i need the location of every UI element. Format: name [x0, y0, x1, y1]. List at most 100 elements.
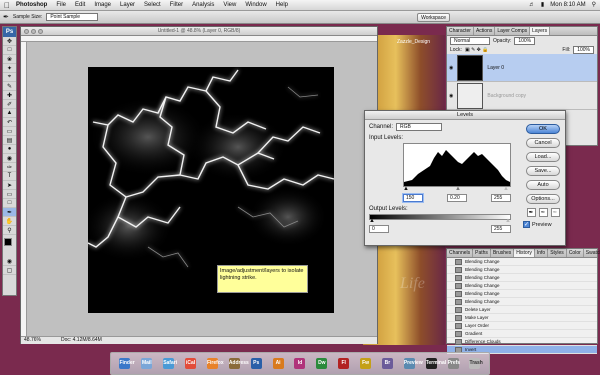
- history-item[interactable]: Blending Change: [447, 298, 597, 306]
- tab-history[interactable]: History: [514, 249, 535, 257]
- marquee-tool-icon[interactable]: □: [3, 46, 16, 55]
- dock-flash-icon[interactable]: Fl: [338, 358, 350, 369]
- hand-tool-icon[interactable]: ✋: [3, 217, 16, 226]
- spotlight-icon[interactable]: ⚲: [592, 1, 596, 8]
- auto-button[interactable]: Auto: [526, 180, 560, 190]
- dock-illustrator-icon[interactable]: Ai: [272, 358, 284, 369]
- eyedropper-tool-icon[interactable]: ✒: [3, 208, 16, 217]
- tab-channels[interactable]: Channels: [447, 249, 474, 257]
- menu-image[interactable]: Image: [94, 2, 111, 8]
- history-item[interactable]: Blending Change: [447, 290, 597, 298]
- blend-mode-select[interactable]: Normal: [450, 36, 490, 45]
- crop-tool-icon[interactable]: ⌖: [3, 73, 16, 82]
- document-size-info[interactable]: Doc: 4.12M/8.64M: [61, 337, 102, 344]
- photoshop-logo-icon[interactable]: Ps: [3, 27, 16, 37]
- layer-row[interactable]: ◉ Background copy: [447, 82, 597, 110]
- eyedropper-tool-icon[interactable]: ✒: [3, 13, 9, 21]
- vertical-ruler[interactable]: [21, 42, 27, 338]
- opacity-field[interactable]: 100%: [514, 36, 536, 45]
- dock-ical-icon[interactable]: iCal: [185, 358, 197, 369]
- dock-address-book-icon[interactable]: Address: [228, 358, 249, 369]
- battery-icon[interactable]: ▮: [541, 1, 544, 8]
- clone-stamp-tool-icon[interactable]: ▲: [3, 109, 16, 118]
- visibility-eye-icon[interactable]: ◉: [449, 93, 453, 99]
- magic-wand-tool-icon[interactable]: ✦: [3, 64, 16, 73]
- dock-system-preferences-icon[interactable]: Prefs: [447, 358, 460, 369]
- input-black-field[interactable]: 150: [403, 194, 423, 202]
- black-eyedropper-icon[interactable]: ✒: [526, 208, 536, 217]
- history-brush-tool-icon[interactable]: ↶: [3, 118, 16, 127]
- dock-finder-icon[interactable]: Finder: [119, 358, 135, 369]
- dock-safari-icon[interactable]: Safari: [163, 358, 177, 369]
- document-title-bar[interactable]: Untitled-1 @ 48.8% (Layer 0, RGB/8): [21, 27, 377, 36]
- levels-dialog-title[interactable]: Levels: [365, 111, 565, 120]
- visibility-eye-icon[interactable]: ◉: [449, 65, 453, 71]
- horizontal-ruler[interactable]: [21, 36, 377, 42]
- tab-actions[interactable]: Actions: [474, 27, 496, 35]
- menu-filter[interactable]: Filter: [170, 2, 183, 8]
- input-white-field[interactable]: 255: [491, 194, 511, 202]
- volume-icon[interactable]: ♬: [529, 2, 535, 8]
- healing-brush-tool-icon[interactable]: ✚: [3, 91, 16, 100]
- output-white-field[interactable]: 255: [491, 225, 511, 233]
- menu-help[interactable]: Help: [276, 2, 288, 8]
- lock-icon[interactable]: ▣ ✎ ✥ 🔒: [465, 47, 489, 53]
- fill-field[interactable]: 100%: [573, 45, 594, 54]
- preview-checkbox[interactable]: ✓: [523, 221, 530, 228]
- white-point-slider-icon[interactable]: ▲: [503, 186, 509, 192]
- cancel-button[interactable]: Cancel: [526, 138, 560, 148]
- layer-row[interactable]: ◉ Layer 0: [447, 54, 597, 82]
- dock-dreamweaver-icon[interactable]: Dw: [316, 358, 328, 369]
- move-tool-icon[interactable]: ✥: [3, 37, 16, 46]
- history-item[interactable]: Blending Change: [447, 274, 597, 282]
- preview-option[interactable]: ✓ Preview: [523, 221, 563, 228]
- annotation-note[interactable]: Image/adjustment/layers to isolate light…: [217, 265, 308, 293]
- zoom-window-icon[interactable]: [38, 29, 43, 34]
- save-button[interactable]: Save...: [526, 166, 560, 176]
- dock-trash-icon[interactable]: Trash: [469, 358, 483, 369]
- dock-mail-icon[interactable]: Mail: [141, 358, 153, 369]
- history-item[interactable]: Make Layer: [447, 314, 597, 322]
- dock-terminal-icon[interactable]: Terminal: [425, 358, 446, 369]
- tab-brushes[interactable]: Brushes: [491, 249, 515, 257]
- options-button[interactable]: Options...: [526, 194, 560, 204]
- menu-view[interactable]: View: [223, 2, 236, 8]
- tab-layers[interactable]: Layers: [530, 27, 551, 35]
- screen-mode-icon[interactable]: ▢: [3, 266, 16, 275]
- pen-tool-icon[interactable]: ✑: [3, 163, 16, 172]
- menubar-clock[interactable]: Mon 8:10 AM: [550, 2, 585, 8]
- tab-layer-comps[interactable]: Layer Comps: [495, 27, 531, 35]
- slice-tool-icon[interactable]: ✎: [3, 82, 16, 91]
- history-item[interactable]: Blending Change: [447, 266, 597, 274]
- quick-mask-icon[interactable]: ◉: [3, 257, 16, 266]
- close-window-icon[interactable]: [24, 29, 29, 34]
- dodge-tool-icon[interactable]: ◉: [3, 154, 16, 163]
- lasso-tool-icon[interactable]: ❀: [3, 55, 16, 64]
- workspace-button[interactable]: Workspace: [417, 12, 450, 22]
- gradient-tool-icon[interactable]: ▤: [3, 136, 16, 145]
- tab-styles[interactable]: Styles: [548, 249, 567, 257]
- gamma-slider-icon[interactable]: ▲: [455, 186, 461, 192]
- load-button[interactable]: Load...: [526, 152, 560, 162]
- tab-character[interactable]: Character: [447, 27, 474, 35]
- color-swatches[interactable]: [3, 235, 16, 257]
- channel-select[interactable]: RGB: [396, 123, 443, 131]
- notes-tool-icon[interactable]: □: [3, 199, 16, 208]
- tab-swatches[interactable]: Swatches: [584, 249, 600, 257]
- minimize-window-icon[interactable]: [31, 29, 36, 34]
- white-eyedropper-icon[interactable]: ✒: [550, 208, 560, 217]
- blur-tool-icon[interactable]: ●: [3, 145, 16, 154]
- dock-firefox-icon[interactable]: Firefox: [206, 358, 224, 369]
- history-item[interactable]: Difference Clouds: [447, 338, 597, 346]
- tab-paths[interactable]: Paths: [473, 249, 491, 257]
- dock-fireworks-icon[interactable]: Fw: [360, 358, 372, 369]
- output-black-field[interactable]: 0: [369, 225, 389, 233]
- app-menu[interactable]: Photoshop: [16, 2, 47, 8]
- history-item[interactable]: Gradient: [447, 330, 597, 338]
- eraser-tool-icon[interactable]: ▭: [3, 127, 16, 136]
- history-item[interactable]: Blending Change: [447, 258, 597, 266]
- output-black-slider-icon[interactable]: ▲: [369, 218, 375, 224]
- input-gamma-field[interactable]: 0.20: [447, 194, 467, 202]
- menu-file[interactable]: File: [56, 2, 66, 8]
- input-slider-track[interactable]: ▲ ▲ ▲: [403, 186, 511, 193]
